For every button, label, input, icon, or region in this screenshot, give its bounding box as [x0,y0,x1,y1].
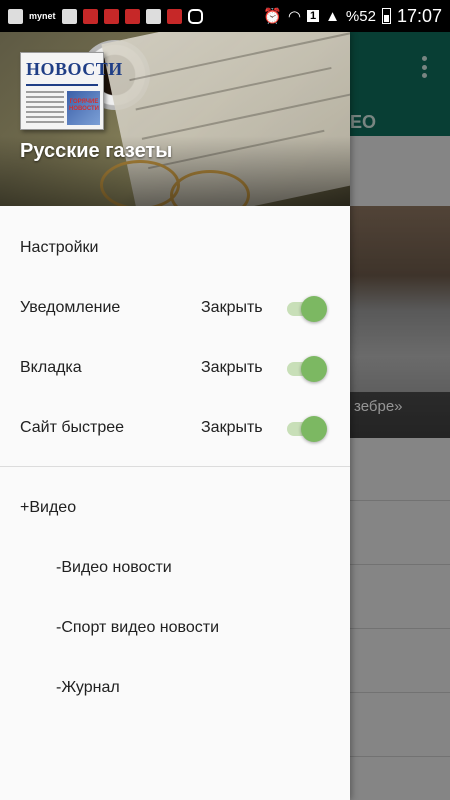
logo-subtitle: ГОРЯЧИЕ НОВОСТИ [68,99,99,112]
menu-item-video-news[interactable]: -Видео новости [0,538,350,598]
wifi-icon: ◠ [287,8,301,25]
app-name: Русские газеты [20,140,173,162]
news-app-icon-3 [166,8,182,24]
tab-switch[interactable] [285,356,327,382]
news-app-icon [103,8,119,24]
toggle-label: Вкладка [20,359,82,376]
toggle-action-label: Закрыть [201,419,263,436]
logo-title: НОВОСТИ [26,59,123,79]
app-logo: НОВОСТИ ГОРЯЧИЕ НОВОСТИ [20,52,122,130]
signal-icon: ▲ [325,7,340,25]
instagram-icon [187,8,203,24]
toggle-label: Сайт быстрее [20,419,125,436]
signal-app-icon [82,8,98,24]
menu-divider [0,466,350,467]
toggle-row-tab[interactable]: Вкладка Закрыть [0,338,350,398]
toggle-action-label: Закрыть [201,359,263,376]
battery-icon [381,8,391,24]
g-icon [8,8,23,24]
news-app-icon-2 [124,8,140,24]
system-icons: ⏰ ◠ 1 ▲ %52 17:07 [263,6,442,27]
battery-percent: %52 [345,7,376,25]
clock: 17:07 [396,5,442,26]
mnet-icon: mynet [29,11,56,21]
toggle-row-notification[interactable]: Уведомление Закрыть [0,278,350,338]
settings-heading: Настройки [20,239,99,256]
video-section-item[interactable]: +Видео [0,478,350,538]
status-bar: mynet ⏰ ◠ 1 ▲ %52 17:07 [0,0,450,32]
faster-site-switch[interactable] [285,416,327,442]
menu-item-sport-video-news[interactable]: -Спорт видео новости [0,598,350,658]
toggle-row-faster-site[interactable]: Сайт быстрее Закрыть [0,398,350,458]
alarm-icon: ⏰ [263,8,282,25]
sim1-icon: 1 [306,10,320,22]
menu-item-magazine[interactable]: -Журнал [0,658,350,718]
notification-switch[interactable] [285,296,327,322]
notification-icons: mynet [8,8,203,24]
drawer-header: НОВОСТИ ГОРЯЧИЕ НОВОСТИ Русские газеты [0,32,350,206]
navigation-drawer: НОВОСТИ ГОРЯЧИЕ НОВОСТИ Русские газеты Н… [0,32,350,800]
image-icon [61,8,77,24]
fire-icon [145,8,161,24]
toggle-label: Уведомление [20,299,121,316]
toggle-action-label: Закрыть [201,299,263,316]
